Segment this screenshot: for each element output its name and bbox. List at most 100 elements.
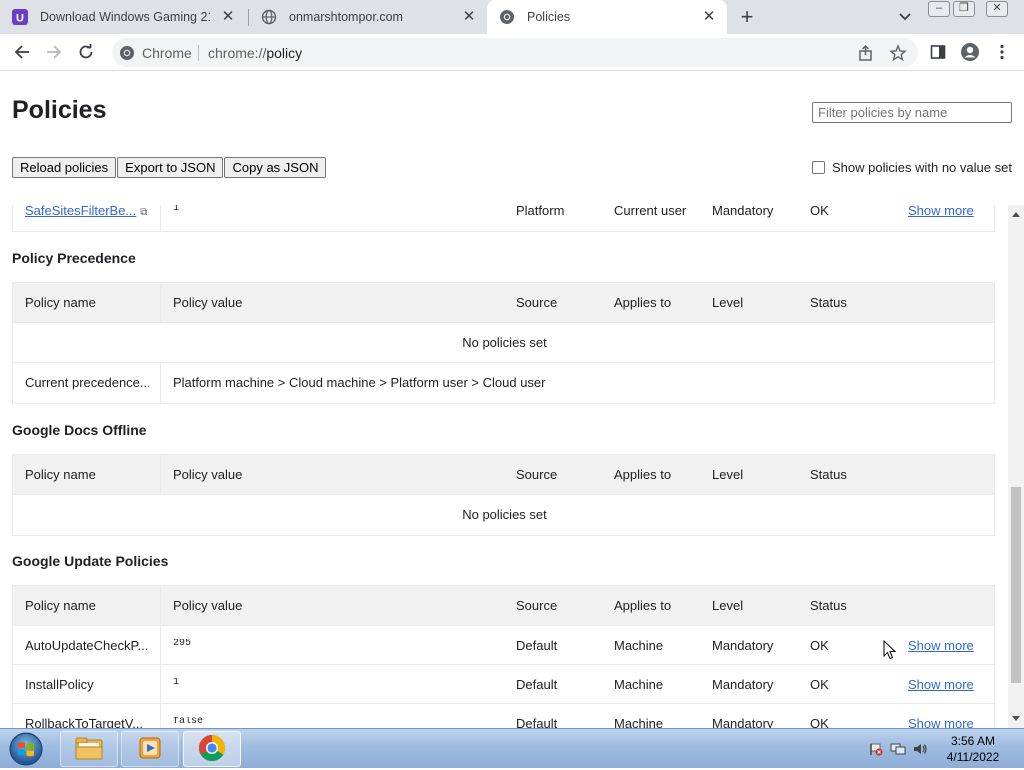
tab-policies[interactable]: Policies ✕ [487,0,727,34]
policy-source: Platform [516,205,565,218]
bookmark-star-icon[interactable] [889,44,907,62]
column-divider [160,205,161,231]
reload-icon[interactable] [76,42,96,62]
policy-level: Mandatory [712,205,774,218]
url-path: policy [266,45,303,61]
new-tab-icon[interactable]: + [737,6,757,28]
side-panel-icon[interactable] [928,42,948,62]
policy-value: 295 [173,639,192,649]
table-row: AutoUpdateCheckP... 295 Default Machine … [13,626,994,666]
no-policies-message: No policies set [462,507,547,522]
windows-taskbar: 3:56 AM 4/11/2022 [0,728,1024,768]
header-source: Source [516,598,558,613]
start-button[interactable] [6,731,46,767]
policy-name[interactable]: SafeSitesFilterBe... ⧉ [25,205,149,231]
address-bar[interactable]: Chrome chrome://policy [112,38,918,67]
show-no-value-toggle[interactable]: Show policies with no value set [812,160,1012,175]
table-row: SafeSitesFilterBe... ⧉ 1 Platform Current… [13,205,994,231]
policy-list-scroll[interactable]: SafeSitesFilterBe... ⧉ 1 Platform Current… [0,205,1024,728]
header-policy-value: Policy value [173,295,243,310]
scrollbar-thumb[interactable] [1011,487,1021,683]
volume-icon[interactable] [912,741,928,757]
docs-offline-table: Policy name Policy value Source Applies … [12,454,995,536]
chrome-icon [198,734,226,765]
header-applies-to: Applies to [614,467,672,482]
policy-source: Default [516,716,558,728]
back-icon[interactable] [12,42,32,62]
profile-avatar-icon[interactable] [960,42,980,62]
google-update-table: Policy name Policy value Source Applies … [12,585,995,728]
policy-name-link[interactable]: SafeSitesFilterBe... [25,205,136,218]
close-tab-icon[interactable]: ✕ [701,9,717,25]
column-divider [160,283,161,323]
taskbar-media-player[interactable] [121,731,179,767]
show-no-value-checkbox[interactable] [812,161,825,174]
scroll-down-arrow-icon[interactable] [1012,716,1020,721]
close-tab-icon[interactable]: ✕ [220,9,236,25]
url-text[interactable]: chrome://policy [208,45,302,61]
tab-onmarshtompor[interactable]: onmarshtompor.com ✕ [249,0,487,34]
policy-status: OK [810,716,829,728]
close-window-icon[interactable]: ✕ [986,1,1008,17]
tab-strip: U Download Windows Gaming 21H ✕ onmarsht… [0,0,1024,34]
column-divider [160,704,161,728]
tab-download-windows[interactable]: U Download Windows Gaming 21H ✕ [0,0,246,34]
omnibox-divider [198,45,199,61]
header-source: Source [516,467,558,482]
policy-page: Policies Reload policies Export to JSON … [0,72,1024,728]
chrome-icon [119,45,135,61]
policy-applies-to: Machine [614,716,664,728]
reload-policies-button[interactable]: Reload policies [12,157,117,178]
column-divider [160,455,161,495]
table-header-row: Policy name Policy value Source Applies … [13,283,994,323]
policy-status: OK [810,205,829,218]
copy-json-button[interactable]: Copy as JSON [224,157,327,178]
network-icon[interactable] [890,741,906,757]
show-more-link[interactable]: Show more [908,626,988,666]
table-row: No policies set [13,323,994,363]
policy-name: Current precedence... [25,375,149,390]
chrome-icon [499,9,515,25]
chevron-down-icon[interactable] [896,9,914,25]
show-more-link[interactable]: Show more [908,704,988,728]
policy-value: 1 [173,205,180,214]
mouse-cursor-icon [883,639,897,663]
header-status: Status [810,467,847,482]
filter-policies-input[interactable] [812,102,1012,123]
section-title-google-update: Google Update Policies [12,553,169,569]
policy-name: AutoUpdateCheckP... [25,638,149,653]
table-row: InstallPolicy 1 Default Machine Mandator… [13,665,994,705]
header-applies-to: Applies to [614,598,672,613]
vertical-scrollbar[interactable] [1008,205,1024,728]
table-row: No policies set [13,495,994,535]
media-player-icon [137,735,163,764]
svg-text:U: U [16,13,24,25]
taskbar-clock[interactable]: 3:56 AM 4/11/2022 [940,733,1006,765]
show-more-link[interactable]: Show more [908,205,988,231]
kebab-menu-icon[interactable] [992,42,1012,62]
restore-icon[interactable]: ❐ [953,1,975,17]
policy-source: Default [516,638,558,653]
section-title-docs-offline: Google Docs Offline [12,422,147,438]
table-row: RollbackToTargetV... false Default Machi… [13,704,994,728]
precedence-value: Platform machine > Cloud machine > Platf… [173,375,546,390]
forward-icon[interactable] [44,42,64,62]
policy-level: Mandatory [712,716,774,728]
policy-applies-to: Current user [614,205,687,218]
header-policy-name: Policy name [25,598,96,613]
column-divider [160,665,161,705]
system-tray [868,741,934,757]
close-tab-icon[interactable]: ✕ [461,9,477,25]
header-applies-to: Applies to [614,295,672,310]
policy-applies-to: Machine [614,638,664,653]
action-center-flag-icon[interactable] [868,741,884,757]
external-link-icon: ⧉ [140,207,148,218]
taskbar-chrome[interactable] [183,731,241,767]
share-icon[interactable] [857,44,875,62]
chrome-policies-table: SafeSitesFilterBe... ⧉ 1 Platform Current… [12,205,995,232]
export-json-button[interactable]: Export to JSON [117,157,224,178]
minimize-icon[interactable]: – [928,1,950,17]
taskbar-explorer[interactable] [60,731,118,767]
scroll-up-arrow-icon[interactable] [1012,212,1020,217]
show-more-link[interactable]: Show more [908,665,988,705]
